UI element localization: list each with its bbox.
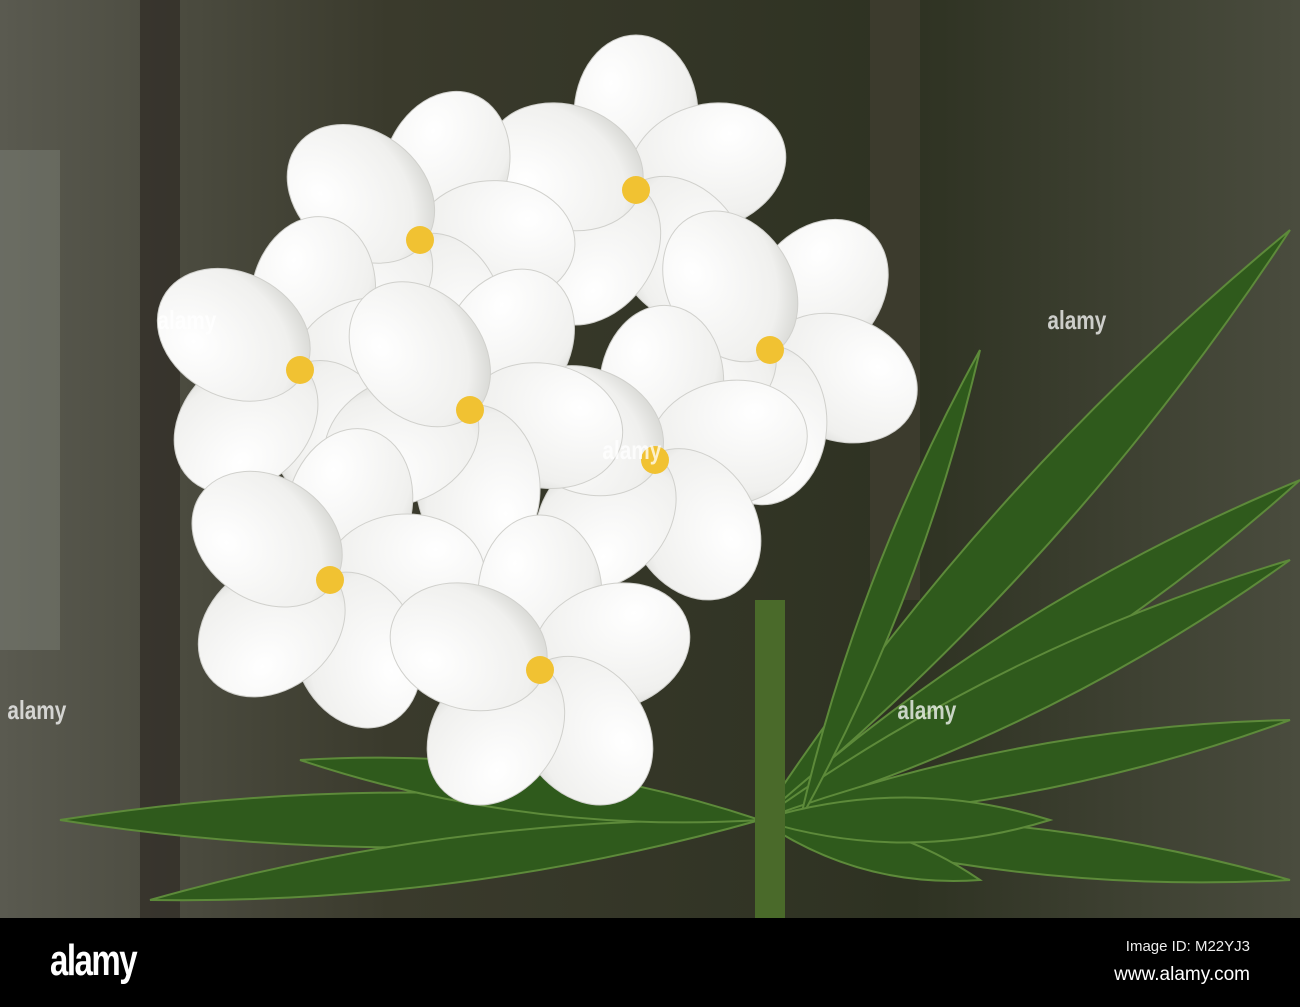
flower-center [622, 176, 650, 204]
watermark: alamy [1047, 305, 1107, 335]
flower-center [526, 656, 554, 684]
flower-center [286, 356, 314, 384]
website-url: www.alamy.com [1114, 964, 1250, 985]
watermark: alamy [7, 695, 67, 725]
flower-center [316, 566, 344, 594]
watermark: alamy [157, 305, 217, 335]
watermark: alamy [602, 435, 662, 465]
flower-center [406, 226, 434, 254]
watermark: alamy [897, 695, 957, 725]
sky-patch [0, 150, 60, 650]
image-id: Image ID: M22YJ3 [1125, 938, 1250, 955]
flower-center [456, 396, 484, 424]
flower-center [756, 336, 784, 364]
stem [755, 600, 785, 918]
alamy-logo: alamy [50, 936, 138, 985]
tree-trunk [140, 0, 180, 918]
footer-bar: alamy Image ID: M22YJ3 www.alamy.com [0, 918, 1300, 1007]
